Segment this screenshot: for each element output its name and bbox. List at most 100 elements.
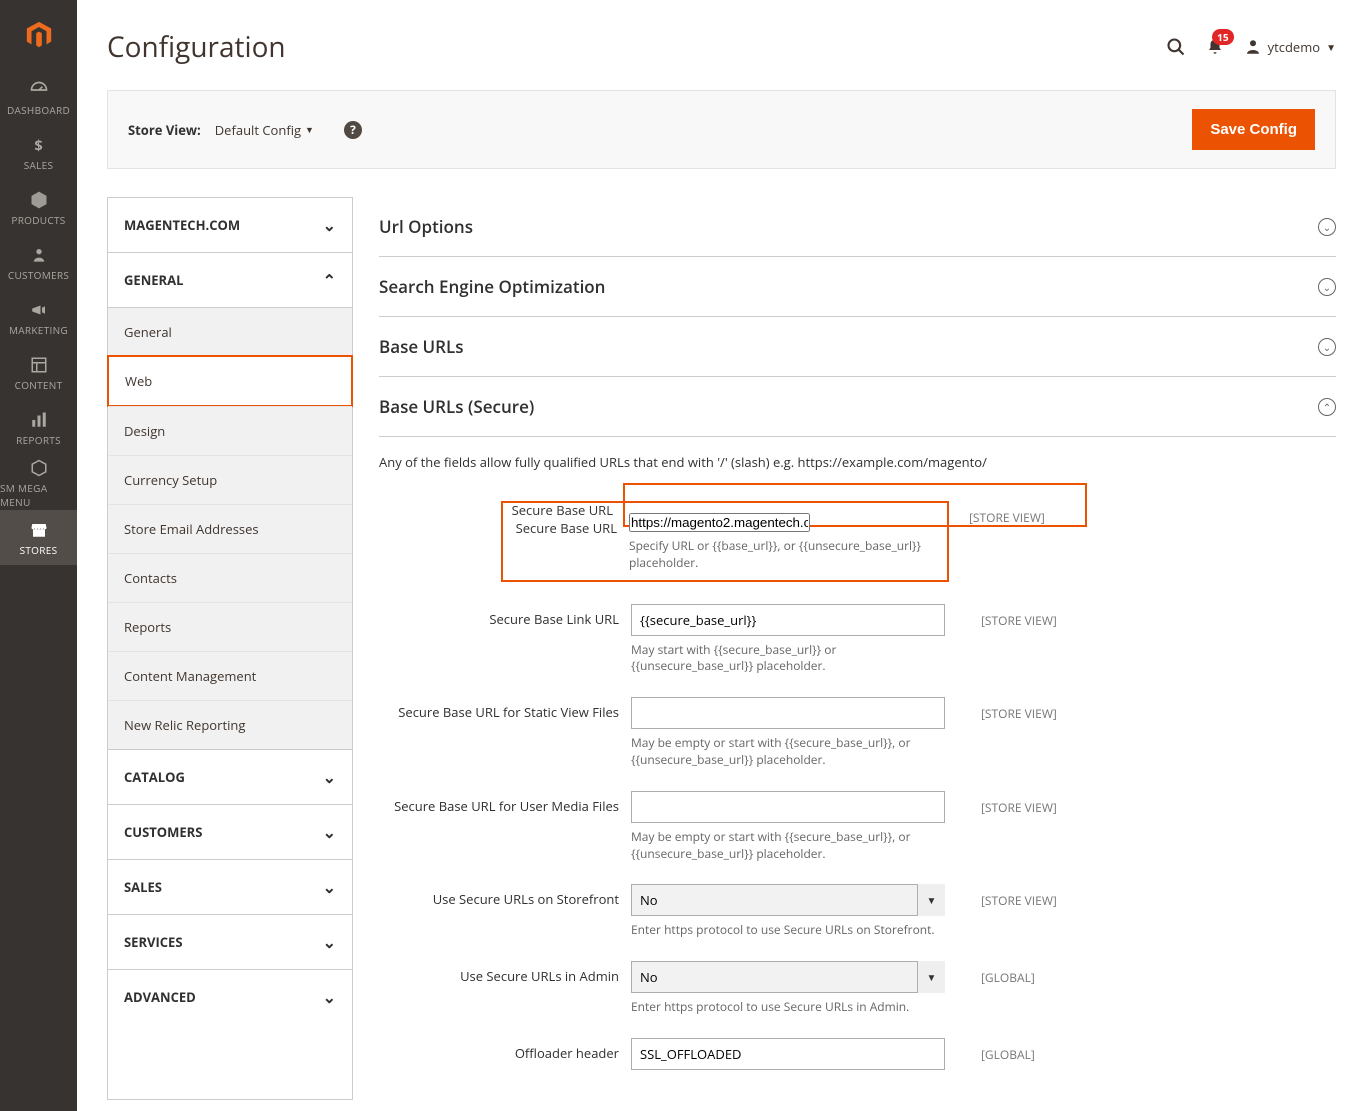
tab-group-label: ADVANCED (124, 988, 196, 1006)
use-secure-admin-select[interactable]: No (631, 961, 945, 993)
section-title: Url Options (379, 215, 473, 238)
field-note: Enter https protocol to use Secure URLs … (631, 999, 945, 1016)
help-icon[interactable]: ? (344, 121, 362, 139)
store-view-value: Default Config (215, 121, 301, 139)
chevron-down-icon: ⌄ (323, 986, 336, 1008)
logo[interactable] (0, 0, 77, 70)
nav-label: STORES (20, 543, 58, 557)
hexagon-icon (28, 457, 50, 479)
nav-label: CUSTOMERS (8, 268, 69, 282)
notifications-button[interactable]: 15 (1206, 37, 1224, 57)
tab-group-label: SALES (124, 878, 162, 896)
user-menu[interactable]: ytcdemo ▼ (1244, 38, 1336, 56)
nav-sales[interactable]: $ SALES (0, 125, 77, 180)
nav-reports[interactable]: REPORTS (0, 400, 77, 455)
cube-icon (28, 189, 50, 211)
collapse-down-icon: ⌄ (1318, 338, 1336, 356)
nav-label: CONTENT (15, 378, 63, 392)
nav-megamenu[interactable]: SM MEGA MENU (0, 455, 77, 510)
field-scope: [GLOBAL] (945, 961, 1075, 986)
nav-content[interactable]: CONTENT (0, 345, 77, 400)
offloader-input[interactable] (631, 1038, 945, 1070)
nav-dashboard[interactable]: DASHBOARD (0, 70, 77, 125)
section-title: Search Engine Optimization (379, 275, 605, 298)
chevron-down-icon: ⌄ (323, 931, 336, 953)
field-note: Enter https protocol to use Secure URLs … (631, 922, 945, 939)
tab-item-content-mgmt[interactable]: Content Management (108, 651, 352, 700)
section-base-urls-secure-body: Any of the fields allow fully qualified … (379, 437, 1336, 1100)
chevron-down-icon: ⌄ (323, 876, 336, 898)
tab-item-general[interactable]: General (108, 307, 352, 356)
tab-group-customers[interactable]: CUSTOMERS⌄ (108, 805, 352, 859)
section-note: Any of the fields allow fully qualified … (379, 453, 1336, 471)
use-secure-frontend-select[interactable]: No (631, 884, 945, 916)
tab-group-label: CATALOG (124, 768, 185, 786)
person-icon (28, 244, 50, 266)
field-scope: [STORE VIEW] (945, 884, 1075, 909)
section-seo[interactable]: Search Engine Optimization ⌄ (379, 257, 1336, 317)
field-label-use-secure-admin: Use Secure URLs in Admin (379, 961, 631, 985)
bars-icon (28, 409, 50, 431)
store-view-label: Store View: (128, 121, 201, 139)
tab-group-sales[interactable]: SALES ⌄ (108, 860, 352, 914)
nav-label: SM MEGA MENU (0, 481, 77, 509)
store-icon (28, 519, 50, 541)
secure-base-media-input[interactable] (631, 791, 945, 823)
field-note: May start with {{secure_base_url}} or {{… (631, 642, 945, 676)
section-url-options[interactable]: Url Options ⌄ (379, 197, 1336, 257)
nav-customers[interactable]: CUSTOMERS (0, 235, 77, 290)
chevron-down-icon: ⌄ (323, 766, 336, 788)
save-config-button[interactable]: Save Config (1192, 109, 1315, 150)
tab-item-reports[interactable]: Reports (108, 602, 352, 651)
secure-base-static-input[interactable] (631, 697, 945, 729)
field-label-secure-media: Secure Base URL for User Media Files (379, 791, 631, 815)
tab-group-magentech[interactable]: MAGENTECH.COM ⌄ (108, 198, 352, 252)
chevron-up-icon: ⌃ (323, 269, 336, 291)
tab-item-web[interactable]: Web (107, 355, 353, 407)
collapse-down-icon: ⌄ (1318, 218, 1336, 236)
secure-base-link-url-input[interactable] (631, 604, 945, 636)
user-name: ytcdemo (1268, 38, 1320, 56)
field-label-offloader: Offloader header (379, 1038, 631, 1062)
field-note: May be empty or start with {{secure_base… (631, 829, 945, 863)
collapse-up-icon: ⌃ (1318, 398, 1336, 416)
tab-item-contacts[interactable]: Contacts (108, 553, 352, 602)
field-note: Specify URL or {{base_url}}, or {{unsecu… (629, 538, 935, 572)
notification-badge: 15 (1212, 29, 1233, 45)
field-scope: [STORE VIEW] (945, 791, 1075, 816)
admin-sidebar: DASHBOARD $ SALES PRODUCTS CUSTOMERS MAR… (0, 0, 77, 1111)
field-label-secure-base-url: Secure Base URL (515, 513, 629, 572)
nav-stores[interactable]: STORES (0, 510, 77, 565)
tab-item-store-email[interactable]: Store Email Addresses (108, 504, 352, 553)
nav-marketing[interactable]: MARKETING (0, 290, 77, 345)
search-icon[interactable] (1166, 37, 1186, 57)
megaphone-icon (28, 299, 50, 321)
secure-base-url-input[interactable] (629, 513, 810, 532)
tab-group-label: SERVICES (124, 933, 183, 951)
tab-item-newrelic[interactable]: New Relic Reporting (108, 700, 352, 749)
tab-item-design[interactable]: Design (108, 406, 352, 455)
tab-group-services[interactable]: SERVICES ⌄ (108, 915, 352, 969)
gauge-icon (28, 79, 50, 101)
nav-label: DASHBOARD (7, 103, 70, 117)
tab-group-general[interactable]: GENERAL ⌃ (108, 253, 352, 307)
section-base-urls[interactable]: Base URLs ⌄ (379, 317, 1336, 377)
section-base-urls-secure[interactable]: Base URLs (Secure) ⌃ (379, 377, 1336, 437)
nav-label: MARKETING (9, 323, 68, 337)
tab-group-advanced[interactable]: ADVANCED ⌄ (108, 970, 352, 1024)
chevron-down-icon: ▼ (305, 123, 314, 136)
chevron-down-icon: ▼ (1326, 40, 1336, 54)
tab-group-label: GENERAL (124, 271, 183, 289)
svg-text:$: $ (34, 135, 42, 155)
nav-label: PRODUCTS (11, 213, 65, 227)
store-switcher[interactable]: Default Config ▼ (215, 121, 314, 139)
nav-products[interactable]: PRODUCTS (0, 180, 77, 235)
tab-item-currency[interactable]: Currency Setup (108, 455, 352, 504)
chevron-down-icon: ⌄ (323, 214, 336, 236)
page-title: Configuration (107, 28, 286, 66)
tab-group-label: CUSTOMERS (124, 823, 202, 841)
toolbar: Store View: Default Config ▼ ? Save Conf… (107, 90, 1336, 169)
magento-logo-icon (24, 20, 54, 50)
field-label-secure-base-link: Secure Base Link URL (379, 604, 631, 628)
tab-group-catalog[interactable]: CATALOG ⌄ (108, 750, 352, 804)
